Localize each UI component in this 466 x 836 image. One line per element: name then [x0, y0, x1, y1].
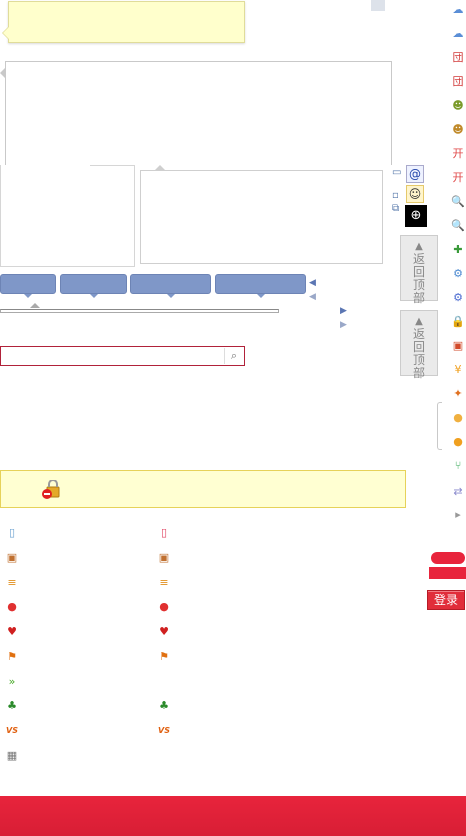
tab-4[interactable]: [215, 274, 306, 298]
red-pill-button[interactable]: [431, 552, 465, 564]
tab-1[interactable]: [0, 274, 56, 298]
vs-icon[interactable]: VS: [5, 724, 19, 738]
gear-icon[interactable]: ⚙: [451, 267, 465, 281]
vs-icon[interactable]: VS: [157, 724, 171, 738]
red-box-icon[interactable]: 団: [451, 51, 465, 65]
phone-icon[interactable]: ▯: [157, 526, 171, 540]
chick-2-icon[interactable]: ●: [451, 435, 465, 449]
flag-icon[interactable]: ⚑: [157, 650, 171, 664]
forward-icon[interactable]: »: [5, 675, 19, 689]
magnifier-icon[interactable]: 🔍: [451, 195, 465, 209]
cards-icon[interactable]: ♥: [157, 625, 171, 639]
search-input[interactable]: [2, 348, 224, 364]
back-to-top-label: 返回顶部: [412, 252, 425, 305]
transfer-icon[interactable]: ⇄: [451, 485, 465, 499]
magnifier-2-icon[interactable]: 🔍: [451, 219, 465, 233]
add-user-icon[interactable]: ✚: [451, 243, 465, 257]
tab-2[interactable]: [60, 274, 127, 298]
clover-icon[interactable]: ♣: [5, 699, 19, 713]
left-box-edge: [90, 165, 135, 166]
robot-face-icon[interactable]: ☻: [451, 99, 465, 113]
bars-icon[interactable]: ≡: [157, 576, 171, 590]
windows-icon[interactable]: ▣: [451, 339, 465, 353]
small-square: [371, 0, 385, 11]
arrow-left-icon[interactable]: ◀: [309, 292, 316, 302]
cloud-blue-icon[interactable]: ☁: [451, 3, 465, 17]
gear-2-icon[interactable]: ⚙: [451, 291, 465, 305]
gift-icon[interactable]: ✦: [451, 387, 465, 401]
cards-icon[interactable]: ♥: [5, 625, 19, 639]
phone-icon[interactable]: ▯: [5, 526, 19, 540]
notice-bar: [0, 470, 406, 508]
arrow-right-icon[interactable]: ▶: [340, 306, 347, 316]
circle-logo-icon[interactable]: ●: [5, 600, 19, 614]
branch-icon[interactable]: ⑂: [451, 459, 465, 473]
cloud-blue-2-icon[interactable]: ☁: [451, 27, 465, 41]
arrow-left-icon[interactable]: ◀: [309, 278, 316, 288]
windows-overlap-icon[interactable]: ⧉: [392, 203, 399, 214]
emoji-icon[interactable]: ☺: [406, 185, 424, 203]
photo-frame-icon[interactable]: ▣: [5, 551, 19, 565]
tooltip-bubble: [2, 1, 245, 43]
chick-icon[interactable]: ●: [451, 411, 465, 425]
film-icon[interactable]: ▦: [5, 749, 19, 763]
tab-underline: [0, 309, 279, 313]
tab-3[interactable]: [130, 274, 211, 298]
coin-icon[interactable]: ¥: [451, 363, 465, 377]
robot-face-2-icon[interactable]: ☻: [451, 123, 465, 137]
circle-logo-icon[interactable]: ●: [157, 600, 171, 614]
red-box-2-icon[interactable]: 団: [451, 75, 465, 89]
footer-bar: [0, 796, 466, 836]
content-panel: [0, 61, 392, 165]
login-button[interactable]: 登录: [427, 590, 465, 610]
window-icon[interactable]: ▫: [392, 190, 399, 201]
back-to-top-button[interactable]: ▲ 返回顶部: [400, 235, 438, 305]
bars-icon[interactable]: ≡: [5, 576, 19, 590]
clover-icon[interactable]: ♣: [157, 699, 171, 713]
group-bracket: [437, 402, 442, 450]
small-arrow-icon[interactable]: ▸: [451, 508, 465, 522]
arrow-right-icon[interactable]: ▶: [340, 320, 347, 330]
comment-box[interactable]: [140, 165, 383, 264]
at-mention-icon[interactable]: @: [406, 165, 424, 183]
lock-icon[interactable]: 🔒: [451, 315, 465, 329]
red-bar-button[interactable]: [429, 567, 466, 579]
search-icon[interactable]: ⌕: [224, 348, 243, 364]
back-to-top-label: 返回顶部: [412, 327, 425, 380]
left-box: [0, 165, 135, 267]
search-box: ⌕: [0, 346, 245, 366]
kai-2-icon[interactable]: 开: [451, 171, 465, 185]
kai-icon[interactable]: 开: [451, 147, 465, 161]
flag-icon[interactable]: ⚑: [5, 650, 19, 664]
photo-frame-icon[interactable]: ▣: [157, 551, 171, 565]
speech-bubble-icon[interactable]: ▭: [392, 167, 401, 178]
lock-forbidden-icon: [42, 480, 60, 499]
tab-pointer: [30, 303, 40, 308]
back-to-top-button-2[interactable]: ▲ 返回顶部: [400, 310, 438, 380]
zoom-in-icon[interactable]: ⊕: [405, 205, 427, 227]
